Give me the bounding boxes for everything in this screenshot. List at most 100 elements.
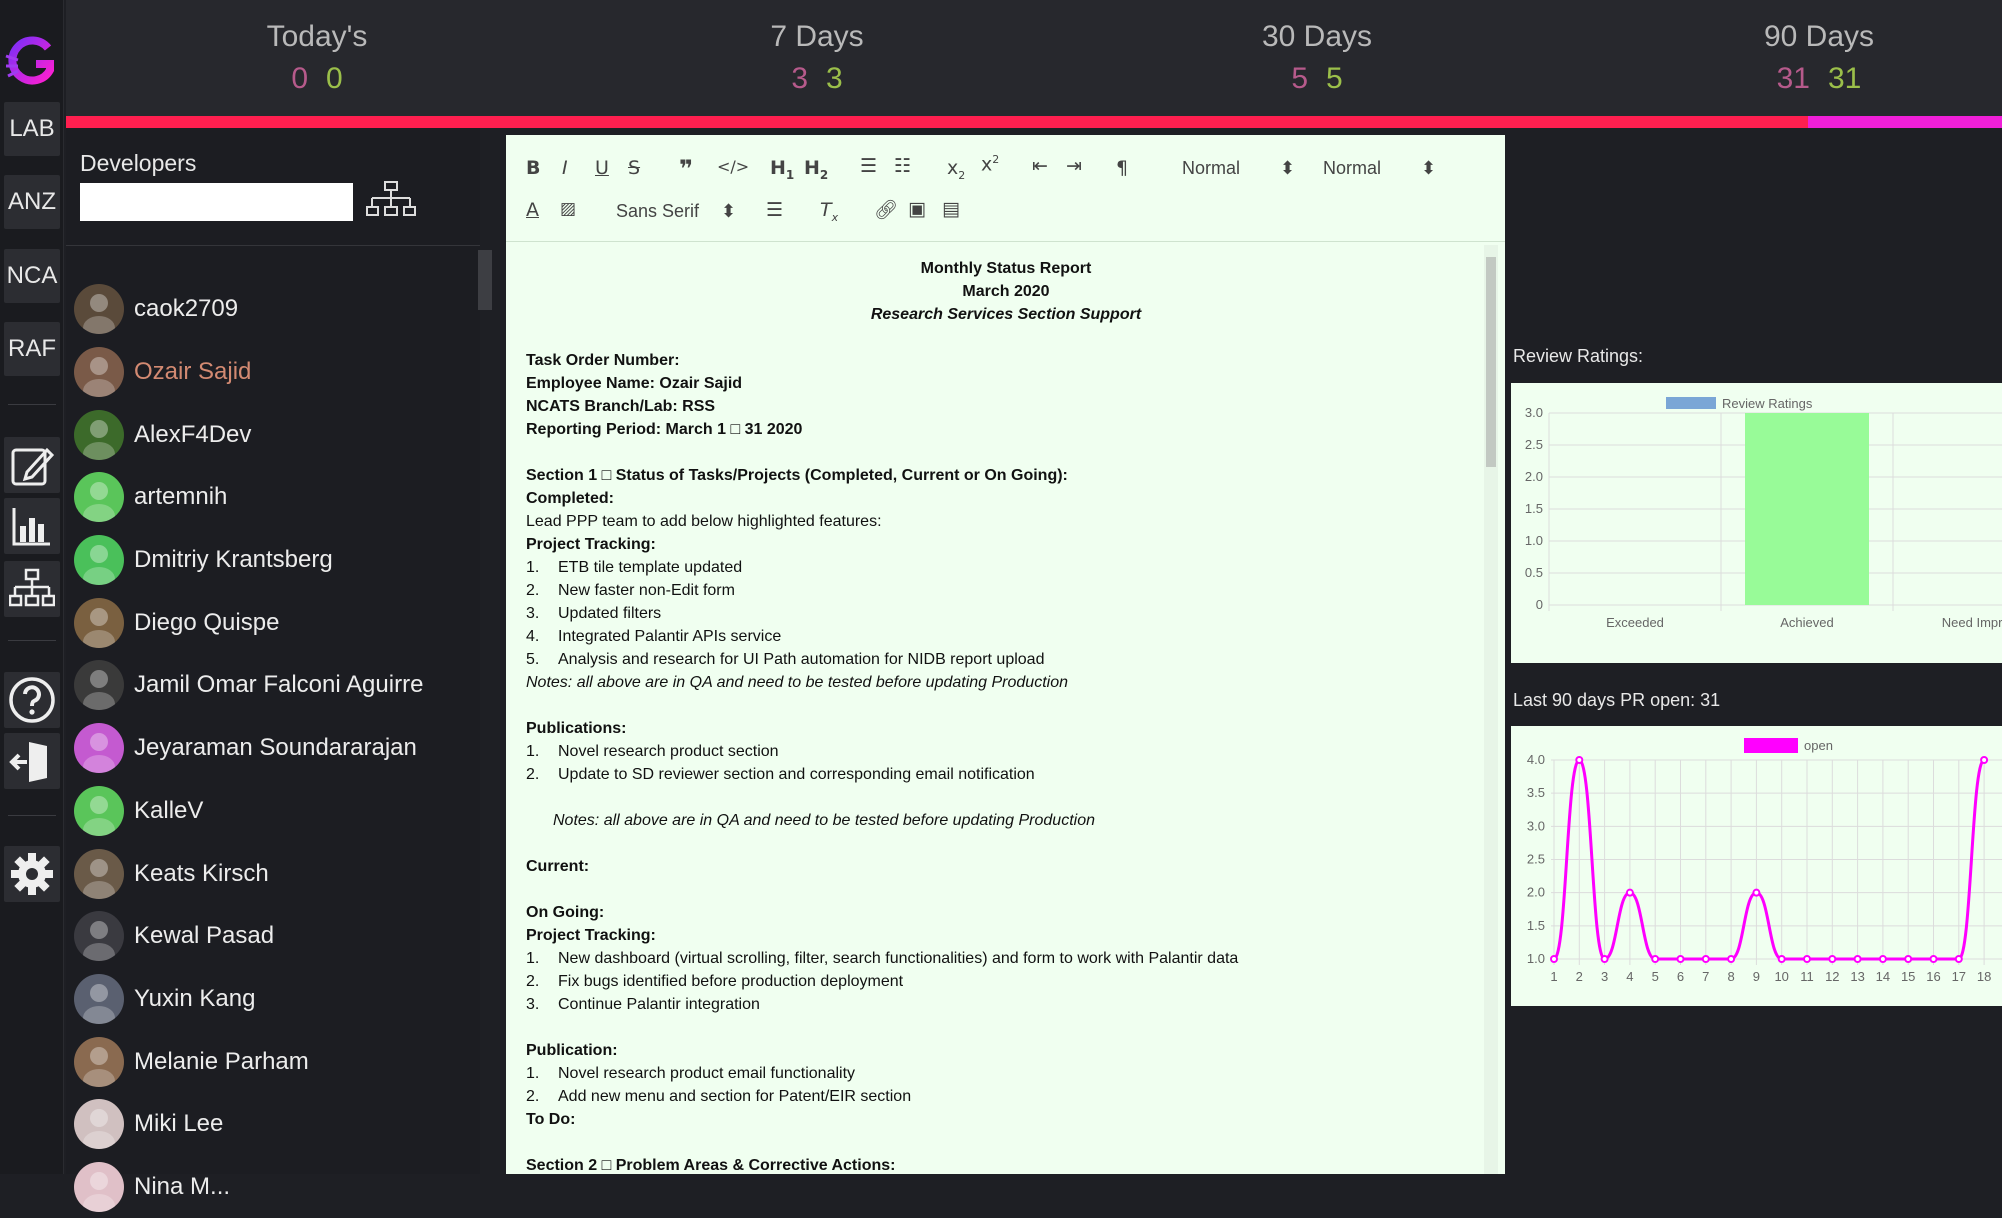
nav-nca-button[interactable]: NCA bbox=[4, 249, 60, 303]
nav-divider bbox=[8, 815, 56, 816]
developer-item[interactable]: KalleV bbox=[74, 780, 474, 843]
developers-panel: Developers caok2709 Ozair Sajid AlexF4Dev a… bbox=[66, 128, 492, 1212]
data-point bbox=[1929, 955, 1938, 963]
outdent-icon[interactable]: ⇤ bbox=[1032, 155, 1048, 177]
scrollbar-thumb[interactable] bbox=[1486, 257, 1496, 467]
list-item: 3. Continue Palantir integration bbox=[526, 996, 760, 1013]
x-tick-label: 4 bbox=[1626, 969, 1633, 984]
avatar bbox=[74, 472, 124, 523]
data-point bbox=[1904, 955, 1913, 963]
stat-value-b: 3 bbox=[826, 62, 843, 95]
image-icon[interactable]: ▣ bbox=[908, 198, 926, 220]
developer-item[interactable]: Dmitriy Krantsberg bbox=[74, 529, 474, 592]
stat-7-days: 7 Days 33 bbox=[667, 20, 967, 96]
y-tick-label: 2.0 bbox=[1525, 469, 1543, 484]
doc-task-order: Task Order Number: bbox=[526, 352, 680, 369]
blockquote-button[interactable]: ❞ bbox=[679, 155, 693, 183]
font-select[interactable]: Sans Serif ⬍ bbox=[616, 201, 736, 222]
x-tick-label: 16 bbox=[1926, 969, 1940, 984]
avatar bbox=[74, 1036, 124, 1087]
y-tick-label: 0.5 bbox=[1525, 565, 1543, 580]
avatar bbox=[74, 535, 124, 586]
developer-item[interactable]: caok2709 bbox=[74, 278, 474, 341]
align-icon[interactable]: ☰ bbox=[766, 199, 783, 221]
edit-icon[interactable] bbox=[4, 437, 60, 493]
doc-completed: Completed: bbox=[526, 490, 614, 507]
doc-project-tracking: Project Tracking: bbox=[526, 536, 656, 553]
org-chart-icon[interactable] bbox=[366, 180, 416, 220]
x-tick-label: 3 bbox=[1601, 969, 1608, 984]
bar-chart-icon[interactable] bbox=[4, 498, 60, 554]
developer-item[interactable]: Keats Kirsch bbox=[74, 842, 474, 905]
doc-subtitle: Research Services Section Support bbox=[870, 306, 1142, 323]
h1-button[interactable]: H1 bbox=[770, 157, 794, 182]
background-color-icon[interactable]: ▨ bbox=[560, 199, 576, 219]
underline-button[interactable]: U bbox=[595, 157, 609, 179]
developer-search-input[interactable] bbox=[80, 183, 353, 221]
x-tick-label: Need Improv bbox=[1942, 615, 2002, 630]
editor-toolbar: B I U S ❞ </> H1 H2 ☰ ☷ x2 x2 ⇤ ⇥ ¶ Norm… bbox=[506, 135, 1505, 242]
list-item: 2. Update to SD reviewer section and corr… bbox=[526, 766, 1035, 783]
italic-button[interactable]: I bbox=[562, 157, 568, 179]
select-arrow-icon: ⬍ bbox=[721, 201, 737, 221]
developer-item[interactable]: Diego Quispe bbox=[74, 591, 474, 654]
size-select[interactable]: Normal ⬍ bbox=[1323, 158, 1436, 179]
help-icon[interactable] bbox=[4, 672, 60, 728]
nav-raf-button[interactable]: RAF bbox=[4, 322, 60, 376]
doc-notes: Notes: all above are in QA and need to b… bbox=[553, 812, 1095, 829]
legend-swatch bbox=[1744, 738, 1798, 753]
clear-format-icon[interactable]: Tx bbox=[820, 199, 838, 224]
developer-item[interactable]: Miki Lee bbox=[74, 1093, 474, 1156]
link-icon[interactable]: 🔗︎ bbox=[874, 198, 898, 221]
data-point bbox=[1701, 955, 1710, 963]
stat-label: 30 Days bbox=[1261, 20, 1373, 53]
progress-bar bbox=[66, 116, 2002, 128]
header-select[interactable]: Normal ⬍ bbox=[1182, 158, 1295, 179]
logout-icon[interactable] bbox=[4, 733, 60, 789]
superscript-button[interactable]: x2 bbox=[981, 153, 999, 175]
developer-name: caok2709 bbox=[134, 295, 239, 323]
developer-name: artemnih bbox=[134, 483, 228, 511]
developer-name: Miki Lee bbox=[134, 1110, 224, 1138]
developer-name: Nina M... bbox=[134, 1172, 231, 1200]
settings-icon[interactable] bbox=[4, 846, 60, 902]
code-button[interactable]: </> bbox=[717, 157, 749, 176]
nav-lab-button[interactable]: LAB bbox=[4, 102, 60, 156]
strike-button[interactable]: S bbox=[628, 157, 640, 179]
data-point bbox=[1676, 955, 1685, 963]
bar bbox=[1745, 413, 1869, 605]
stat-90-days: 90 Days 31 31 bbox=[1669, 20, 1969, 96]
report-document[interactable]: Monthly Status Report March 2020 Researc… bbox=[526, 257, 1486, 1177]
ordered-list-icon[interactable]: ☰ bbox=[860, 155, 877, 177]
x-tick-label: 9 bbox=[1753, 969, 1760, 984]
bold-button[interactable]: B bbox=[526, 157, 540, 179]
nav-divider bbox=[8, 640, 56, 641]
developer-item[interactable]: Jamil Omar Falconi Aguirre bbox=[74, 654, 474, 717]
document-scrollbar[interactable] bbox=[1484, 245, 1498, 1174]
developer-item[interactable]: Melanie Parham bbox=[74, 1030, 474, 1093]
x-tick-label: Achieved bbox=[1780, 615, 1833, 630]
text-direction-button[interactable]: ¶ bbox=[1116, 157, 1128, 179]
developer-item[interactable]: artemnih bbox=[74, 466, 474, 529]
bullet-list-icon[interactable]: ☷ bbox=[894, 155, 911, 177]
subscript-button[interactable]: x2 bbox=[947, 157, 965, 182]
panel-divider bbox=[66, 245, 480, 246]
h2-button[interactable]: H2 bbox=[804, 157, 828, 182]
progress-bar-secondary bbox=[1808, 116, 2002, 128]
text-color-icon[interactable]: A bbox=[526, 199, 539, 221]
developer-name: Ozair Sajid bbox=[134, 358, 252, 386]
developer-name: Diego Quispe bbox=[134, 608, 280, 636]
nav-anz-button[interactable]: ANZ bbox=[4, 175, 60, 229]
video-icon[interactable]: ▤ bbox=[942, 198, 960, 220]
developer-name: Jeyaraman Soundararajan bbox=[134, 734, 417, 762]
developer-item[interactable]: AlexF4Dev bbox=[74, 403, 474, 466]
org-chart-icon[interactable] bbox=[4, 561, 60, 617]
developer-name: KalleV bbox=[134, 796, 204, 824]
indent-icon[interactable]: ⇥ bbox=[1066, 155, 1082, 177]
developer-item[interactable]: Nina M... bbox=[74, 1156, 474, 1218]
developer-item[interactable]: Kewal Pasad bbox=[74, 905, 474, 968]
developer-item[interactable]: Jeyaraman Soundararajan bbox=[74, 717, 474, 780]
developer-item[interactable]: Ozair Sajid bbox=[74, 341, 474, 404]
developer-list-scrollbar[interactable] bbox=[478, 250, 492, 310]
developer-item[interactable]: Yuxin Kang bbox=[74, 968, 474, 1031]
